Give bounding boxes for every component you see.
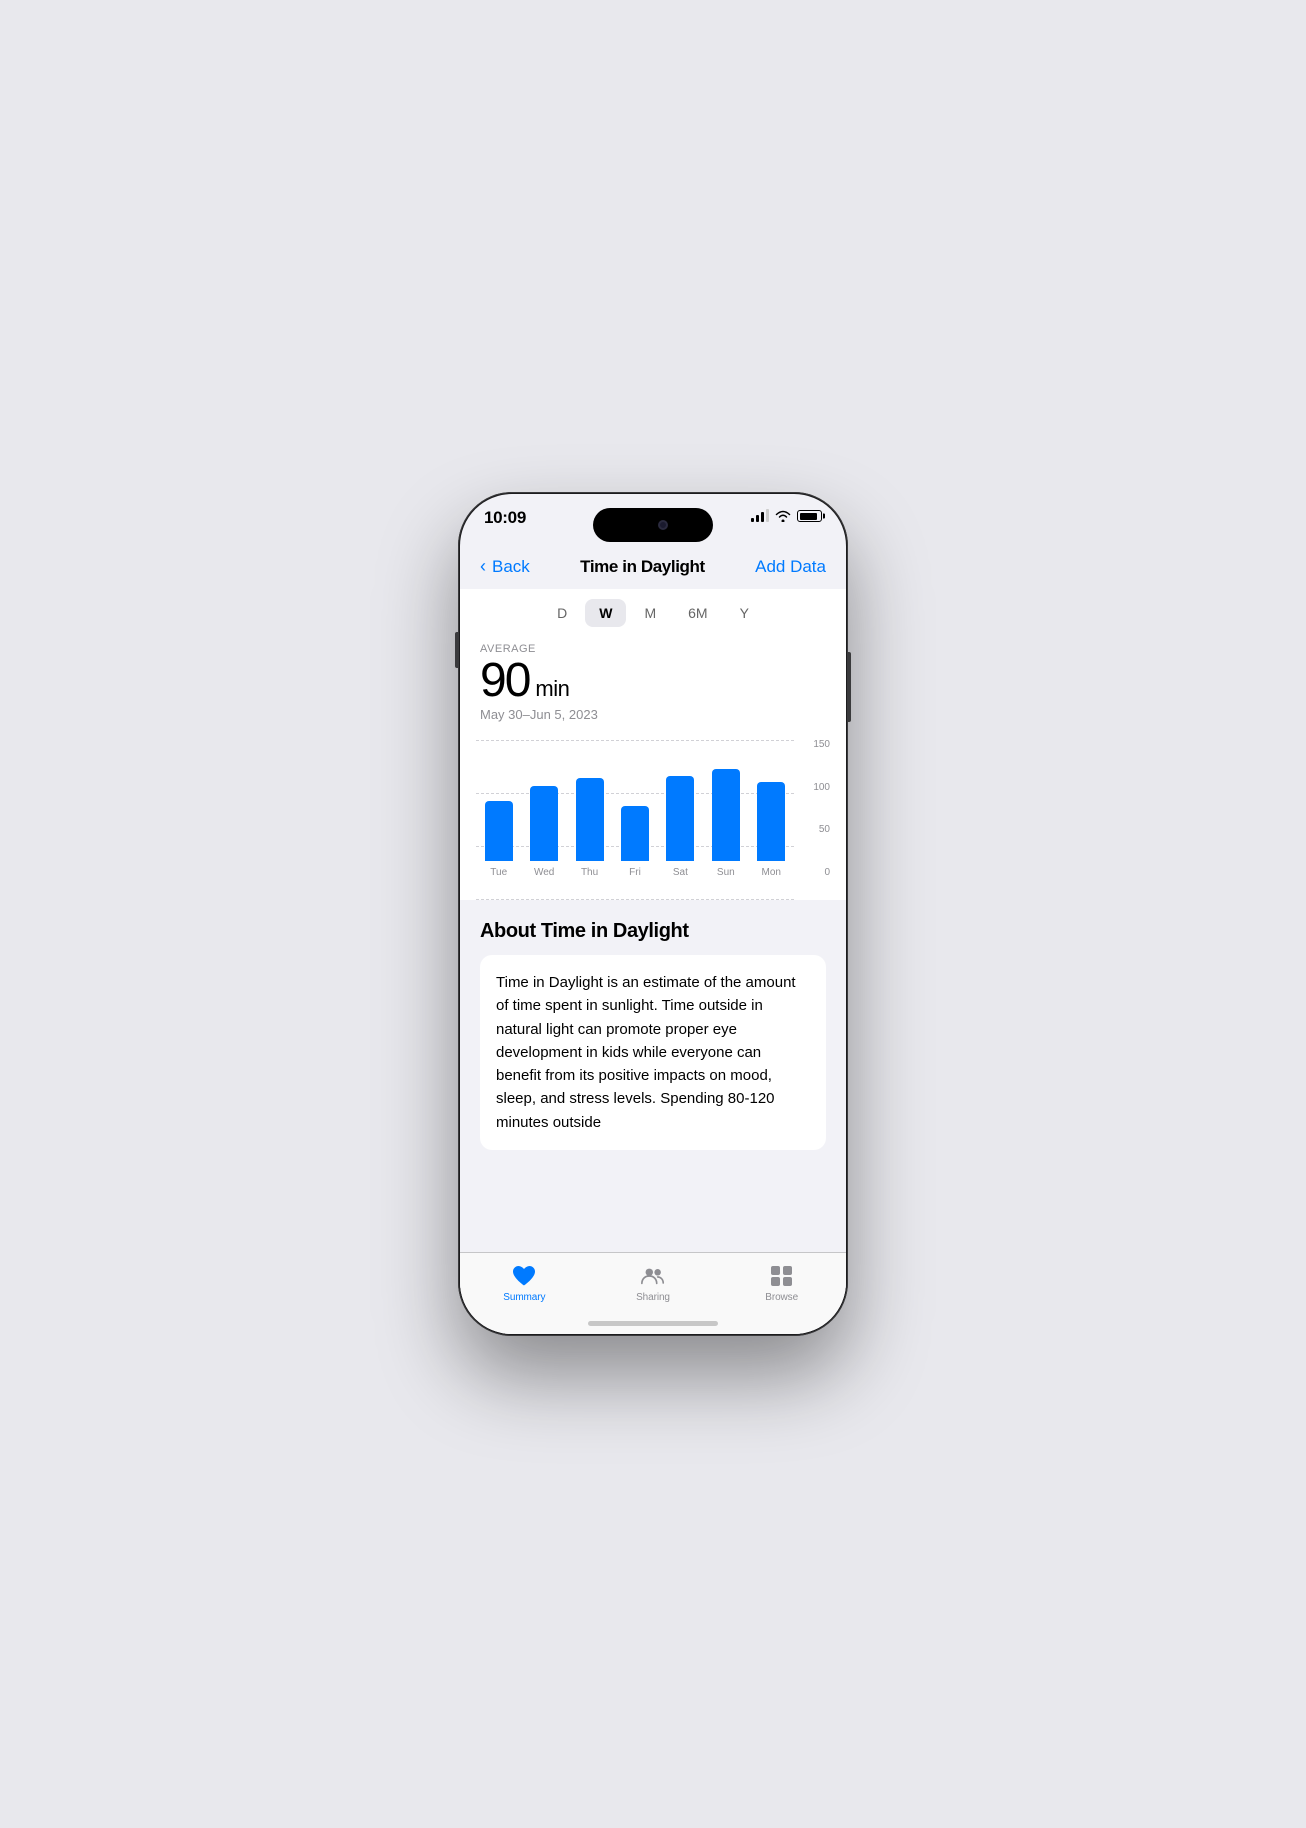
bar-tue — [485, 801, 513, 861]
stats-unit: min — [535, 676, 569, 702]
bars-wrapper: Tue Wed Thu — [476, 740, 794, 900]
signal-icon — [751, 510, 769, 522]
dynamic-island — [593, 508, 713, 542]
chart-card: D W M 6M Y AVERAGE 90 min May 30–Jun 5, — [460, 589, 846, 900]
tab-Y[interactable]: Y — [726, 599, 763, 627]
tab-sharing-label: Sharing — [636, 1292, 670, 1303]
tab-W[interactable]: W — [585, 599, 626, 627]
bar-col-thu: Thu — [567, 778, 612, 878]
tab-6M[interactable]: 6M — [674, 599, 721, 627]
stats-number: 90 — [480, 657, 529, 705]
phone-screen: 10:09 — [460, 494, 846, 1334]
page-title: Time in Daylight — [580, 557, 705, 577]
bar-col-wed: Wed — [521, 786, 566, 878]
tab-summary-label: Summary — [503, 1292, 545, 1303]
bar-label-tue: Tue — [490, 867, 507, 878]
tab-summary[interactable]: Summary — [460, 1261, 589, 1303]
phone-frame: 10:09 — [458, 492, 848, 1336]
stats-date-range: May 30–Jun 5, 2023 — [480, 707, 826, 722]
grid-icon — [769, 1263, 795, 1289]
tab-M[interactable]: M — [630, 599, 670, 627]
battery-icon — [797, 510, 822, 522]
bar-wed — [530, 786, 558, 861]
stats-label: AVERAGE — [480, 643, 826, 655]
time-filter-tabs: D W M 6M Y — [460, 589, 846, 639]
bar-col-sun: Sun — [703, 769, 748, 878]
y-axis: 150 100 50 0 — [794, 740, 830, 878]
wifi-icon — [775, 510, 791, 522]
y-label-150: 150 — [813, 740, 830, 750]
y-label-50: 50 — [819, 825, 830, 835]
stats-area: AVERAGE 90 min May 30–Jun 5, 2023 — [460, 639, 846, 730]
about-section: About Time in Daylight Time in Daylight … — [460, 900, 846, 1158]
bar-sat — [666, 776, 694, 861]
bar-chart: Tue Wed Thu — [460, 730, 846, 900]
bar-label-fri: Fri — [629, 867, 641, 878]
main-scroll: D W M 6M Y AVERAGE 90 min May 30–Jun 5, — [460, 589, 846, 1252]
about-title: About Time in Daylight — [480, 920, 826, 943]
back-label: Back — [492, 557, 530, 577]
y-label-0: 0 — [824, 868, 830, 878]
bar-label-thu: Thu — [581, 867, 598, 878]
nav-bar: ‹ Back Time in Daylight Add Data — [460, 548, 846, 589]
people-icon — [640, 1263, 666, 1289]
bar-label-sat: Sat — [673, 867, 688, 878]
status-icons — [751, 508, 822, 522]
status-time: 10:09 — [484, 508, 526, 528]
chevron-left-icon: ‹ — [480, 556, 486, 577]
bar-label-sun: Sun — [717, 867, 735, 878]
camera-dot — [658, 520, 668, 530]
bar-label-mon: Mon — [762, 867, 781, 878]
tab-D[interactable]: D — [543, 599, 581, 627]
back-button[interactable]: ‹ Back — [480, 556, 530, 577]
about-card: Time in Daylight is an estimate of the a… — [480, 955, 826, 1150]
screen-content: ‹ Back Time in Daylight Add Data D W M 6… — [460, 548, 846, 1334]
bar-fri — [621, 806, 649, 861]
chart-area: Tue Wed Thu — [476, 740, 830, 900]
stats-value: 90 min — [480, 657, 826, 705]
bar-mon — [757, 782, 785, 861]
bar-col-mon: Mon — [749, 782, 794, 878]
bar-col-sat: Sat — [658, 776, 703, 878]
bar-col-fri: Fri — [612, 806, 657, 878]
tab-sharing[interactable]: Sharing — [589, 1261, 718, 1303]
add-data-button[interactable]: Add Data — [755, 557, 826, 577]
tab-browse-label: Browse — [765, 1292, 798, 1303]
bar-col-tue: Tue — [476, 801, 521, 878]
bar-sun — [712, 769, 740, 861]
y-label-100: 100 — [813, 783, 830, 793]
bar-thu — [576, 778, 604, 861]
about-text: Time in Daylight is an estimate of the a… — [496, 971, 810, 1134]
tab-browse[interactable]: Browse — [717, 1261, 846, 1303]
bar-label-wed: Wed — [534, 867, 554, 878]
home-indicator — [588, 1321, 718, 1326]
heart-icon — [511, 1263, 537, 1289]
